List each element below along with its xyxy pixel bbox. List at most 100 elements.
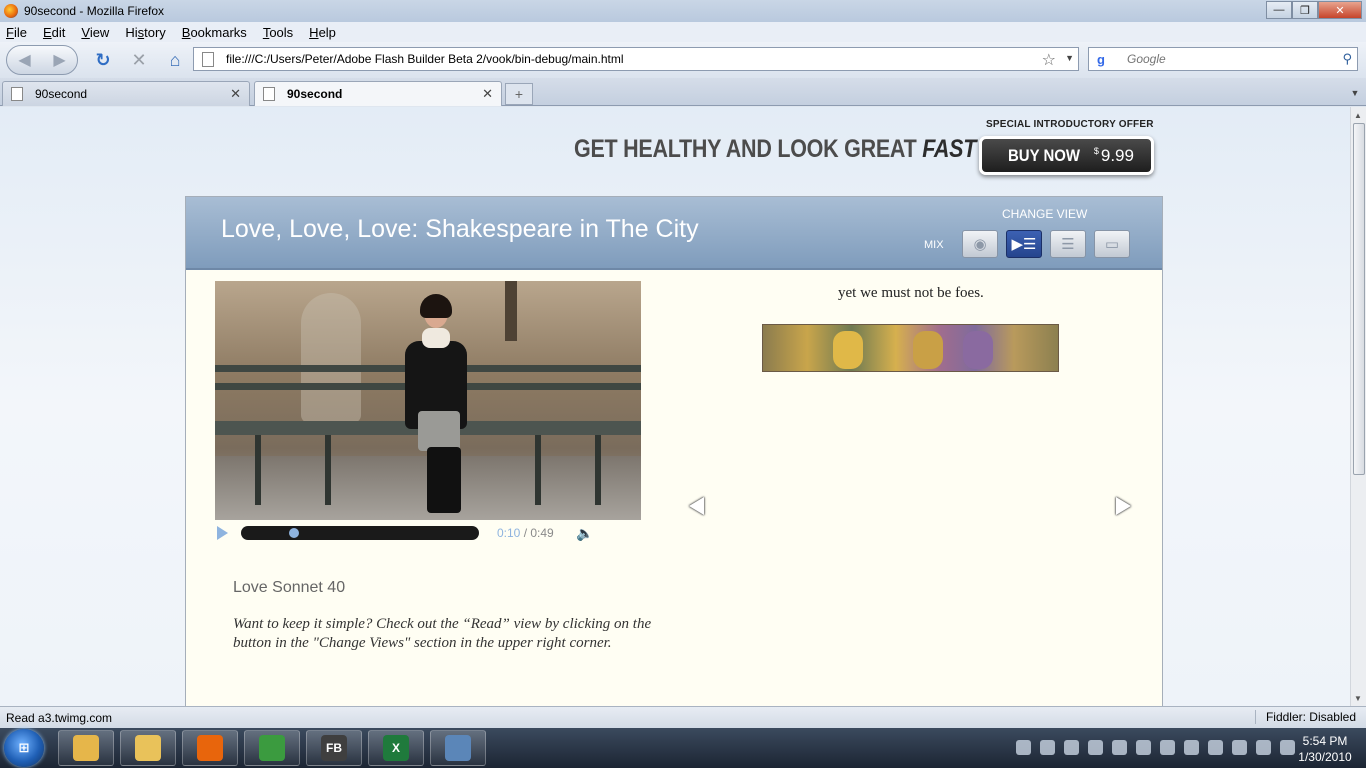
video-bench-leg: [325, 435, 331, 505]
start-button[interactable]: ⊞: [4, 729, 44, 767]
forward-button[interactable]: ▶: [53, 50, 65, 70]
fiddler-status[interactable]: Fiddler: Disabled: [1254, 710, 1356, 724]
tray-icon[interactable]: [1016, 740, 1031, 755]
taskbar-firefox[interactable]: [182, 730, 238, 766]
menu-tools[interactable]: Tools: [263, 25, 293, 40]
new-tab-button[interactable]: +: [505, 83, 533, 105]
next-page-arrow-icon[interactable]: [1116, 497, 1131, 515]
tray-icon[interactable]: [1256, 740, 1271, 755]
google-icon[interactable]: g: [1093, 51, 1109, 67]
tray-icon[interactable]: [1136, 740, 1151, 755]
menu-help[interactable]: Help: [309, 25, 336, 40]
tray-icon[interactable]: [1232, 740, 1247, 755]
read-view-icon: ☰: [1061, 236, 1075, 253]
buy-now-button[interactable]: BUY NOW $9.99: [979, 136, 1154, 175]
painting-figure: [833, 331, 863, 369]
taskbar-excel[interactable]: X: [368, 730, 424, 766]
home-button[interactable]: ⌂: [164, 49, 186, 71]
play-button[interactable]: [217, 526, 228, 540]
video-controls: 0:10 / 0:49 🔈: [215, 525, 641, 543]
tray-icon[interactable]: [1112, 740, 1127, 755]
current-time: 0:10: [497, 526, 521, 540]
mix-label: MIX: [924, 239, 944, 251]
taskbar-outlook[interactable]: [120, 730, 176, 766]
view-button-split[interactable]: ▶☰: [1006, 230, 1042, 258]
menu-label-part: ookmarks: [190, 24, 247, 40]
tab-1[interactable]: 90second ✕: [2, 81, 250, 106]
video-bench-leg: [535, 435, 541, 505]
video-ghost-figure: [301, 293, 361, 423]
minimize-button[interactable]: —: [1266, 1, 1292, 19]
folder-icon: [73, 735, 99, 761]
offer-label: SPECIAL INTRODUCTORY OFFER: [986, 119, 1154, 130]
menu-edit[interactable]: Edit: [43, 25, 65, 40]
volume-icon[interactable]: 🔈: [576, 525, 593, 542]
reader-panel: Love, Love, Love: Shakespeare in The Cit…: [185, 196, 1163, 706]
price-value: 9.99: [1100, 145, 1134, 165]
view-button-read[interactable]: ☰: [1050, 230, 1086, 258]
close-window-button[interactable]: ✕: [1318, 1, 1362, 19]
promo-emphasis: FAST: [922, 135, 977, 163]
scroll-down-icon[interactable]: ▼: [1354, 694, 1362, 703]
menu-file[interactable]: File: [6, 25, 27, 40]
video-tree: [505, 281, 517, 341]
windows-taskbar: ⊞ FB X 5:54 PM 1/30/2010: [0, 728, 1366, 768]
url-dropdown-icon[interactable]: ▼: [1065, 53, 1074, 63]
scroll-thumb[interactable]: [1353, 123, 1365, 475]
tray-icon[interactable]: [1064, 740, 1079, 755]
buy-now-label: BUY NOW: [1008, 145, 1081, 165]
tab-close-icon[interactable]: ✕: [230, 86, 241, 102]
back-button[interactable]: ◀: [18, 50, 30, 70]
search-input[interactable]: [1127, 52, 1327, 66]
taskbar-explorer[interactable]: [58, 730, 114, 766]
video-woman-scarf: [422, 328, 450, 348]
tray-icon[interactable]: [1184, 740, 1199, 755]
video-woman-boots: [427, 447, 461, 513]
tray-icon[interactable]: [1088, 740, 1103, 755]
tray-icon[interactable]: [1040, 740, 1055, 755]
tray-icon[interactable]: [1208, 740, 1223, 755]
video-woman-hair: [420, 294, 452, 318]
seek-bar[interactable]: [241, 526, 479, 540]
chrome-icon: [259, 735, 285, 761]
time-separator: /: [520, 526, 531, 540]
mix-view-icon: ◉: [973, 236, 987, 253]
video-player[interactable]: [215, 281, 641, 520]
previous-page-arrow-icon[interactable]: [689, 497, 704, 515]
tab-label: 90second: [287, 87, 343, 101]
tab-close-icon[interactable]: ✕: [482, 86, 493, 102]
bookmark-star-icon[interactable]: ☆: [1042, 50, 1056, 70]
seek-knob[interactable]: [288, 528, 299, 538]
view-button-mix[interactable]: ◉: [962, 230, 998, 258]
tab-label: 90second: [35, 87, 88, 101]
stop-icon: ✕: [131, 49, 147, 70]
reload-button[interactable]: ↻: [92, 49, 114, 71]
change-view-label: CHANGE VIEW: [1002, 207, 1088, 221]
vertical-scrollbar[interactable]: ▲ ▼: [1350, 107, 1366, 706]
taskbar-window[interactable]: [430, 730, 486, 766]
url-bar[interactable]: file:///C:/Users/Peter/Adobe Flash Build…: [193, 47, 1079, 71]
window-title: 90second - Mozilla Firefox: [24, 4, 165, 18]
stop-button[interactable]: ✕: [128, 49, 150, 71]
panel-header: Love, Love, Love: Shakespeare in The Cit…: [186, 197, 1162, 270]
view-button-watch[interactable]: ▭: [1094, 230, 1130, 258]
menu-history[interactable]: History: [125, 25, 165, 40]
scroll-up-icon[interactable]: ▲: [1354, 111, 1362, 120]
system-tray: [1016, 740, 1295, 755]
taskbar-chrome[interactable]: [244, 730, 300, 766]
clock-date: 1/30/2010: [1298, 750, 1352, 764]
navigation-toolbar: ◀ ▶ ↻ ✕ ⌂ file:///C:/Users/Peter/Adobe F…: [0, 42, 1366, 78]
tray-icon[interactable]: [1160, 740, 1175, 755]
search-icon[interactable]: ⚲: [1342, 51, 1352, 67]
tab-2[interactable]: 90second ✕: [254, 81, 502, 106]
menu-label-part: dit: [51, 24, 66, 40]
tab-list-dropdown-icon[interactable]: ▼: [1346, 83, 1364, 103]
video-time: 0:10 / 0:49: [497, 526, 554, 540]
menu-bookmarks[interactable]: Bookmarks: [182, 25, 247, 40]
maximize-button[interactable]: ❐: [1292, 1, 1318, 19]
watch-view-icon: ▭: [1104, 236, 1120, 253]
painting-figure: [963, 331, 993, 369]
taskbar-clock[interactable]: 5:54 PM 1/30/2010: [1290, 733, 1360, 765]
taskbar-flashbuilder[interactable]: FB: [306, 730, 362, 766]
menu-view[interactable]: View: [81, 25, 109, 40]
